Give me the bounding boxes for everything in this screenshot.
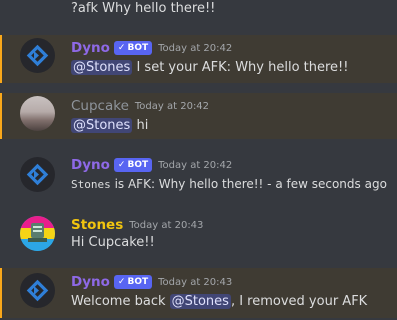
timestamp[interactable]: Today at 20:42 bbox=[135, 101, 209, 112]
message-body: I set your AFK: Why hello there!! bbox=[132, 60, 349, 75]
username[interactable]: Cupcake bbox=[71, 98, 129, 114]
dyno-avatar[interactable] bbox=[20, 38, 55, 73]
message-body: , I removed your AFK bbox=[230, 294, 368, 309]
message-stones: Stones Today at 20:43 Hi Cupcake!! bbox=[0, 212, 397, 258]
message-text: Welcome back @Stones, I removed your AFK bbox=[71, 294, 367, 309]
dyno-logo-icon bbox=[26, 279, 49, 302]
bot-badge: ✓ BOT bbox=[113, 275, 153, 289]
message-dyno-3: Dyno ✓ BOT Today at 20:43 Welcome back @S… bbox=[0, 268, 397, 318]
message-header: Dyno ✓ BOT Today at 20:42 bbox=[71, 39, 232, 57]
message-text: Stones is AFK: Why hello there!! - a few… bbox=[71, 177, 387, 191]
dyno-logo-icon bbox=[26, 163, 49, 186]
dyno-avatar[interactable] bbox=[20, 157, 55, 192]
message-header: Cupcake Today at 20:42 bbox=[71, 97, 209, 115]
message-header: Dyno ✓ BOT Today at 20:42 bbox=[71, 156, 232, 174]
username[interactable]: Dyno bbox=[71, 274, 110, 290]
stones-avatar[interactable] bbox=[20, 216, 55, 251]
timestamp[interactable]: Today at 20:42 bbox=[158, 160, 232, 171]
inline-code: Stones bbox=[71, 178, 111, 191]
message-text: ?afk Why hello there!! bbox=[71, 1, 216, 16]
username[interactable]: Dyno bbox=[71, 157, 110, 173]
user-mention[interactable]: @Stones bbox=[71, 118, 133, 133]
check-icon: ✓ bbox=[117, 160, 126, 170]
timestamp[interactable]: Today at 20:42 bbox=[158, 43, 232, 54]
dyno-avatar[interactable] bbox=[20, 273, 55, 308]
message-continuation: ?afk Why hello there!! bbox=[0, 0, 397, 20]
timestamp[interactable]: Today at 20:43 bbox=[158, 277, 232, 288]
message-header: Dyno ✓ BOT Today at 20:43 bbox=[71, 273, 232, 291]
cupcake-avatar[interactable] bbox=[20, 96, 55, 131]
message-cupcake: Cupcake Today at 20:42 @Stones hi bbox=[0, 93, 397, 139]
user-mention[interactable]: @Stones bbox=[71, 60, 133, 75]
bot-label: BOT bbox=[127, 160, 149, 170]
timestamp[interactable]: Today at 20:43 bbox=[129, 220, 203, 231]
username[interactable]: Dyno bbox=[71, 40, 110, 56]
dyno-logo-icon bbox=[26, 44, 49, 67]
message-body-pre: Welcome back bbox=[71, 294, 170, 309]
check-icon: ✓ bbox=[117, 43, 126, 53]
username[interactable]: Stones bbox=[71, 217, 123, 233]
message-body: hi bbox=[132, 118, 149, 133]
pride-flag-icon bbox=[20, 216, 55, 251]
message-dyno-2: Dyno ✓ BOT Today at 20:42 Stones is AFK: … bbox=[0, 152, 397, 202]
bot-label: BOT bbox=[127, 43, 149, 53]
message-text: @Stones I set your AFK: Why hello there!… bbox=[71, 60, 348, 75]
message-text: Hi Cupcake!! bbox=[71, 235, 155, 250]
bot-label: BOT bbox=[127, 277, 149, 287]
bot-badge: ✓ BOT bbox=[113, 158, 153, 172]
check-icon: ✓ bbox=[117, 277, 126, 287]
user-mention[interactable]: @Stones bbox=[169, 294, 231, 309]
message-header: Stones Today at 20:43 bbox=[71, 216, 203, 234]
message-text: @Stones hi bbox=[71, 118, 148, 133]
message-dyno-1: Dyno ✓ BOT Today at 20:42 @Stones I set y… bbox=[0, 35, 397, 83]
bot-badge: ✓ BOT bbox=[113, 41, 153, 55]
message-body: is AFK: Why hello there!! - a few second… bbox=[110, 177, 387, 191]
